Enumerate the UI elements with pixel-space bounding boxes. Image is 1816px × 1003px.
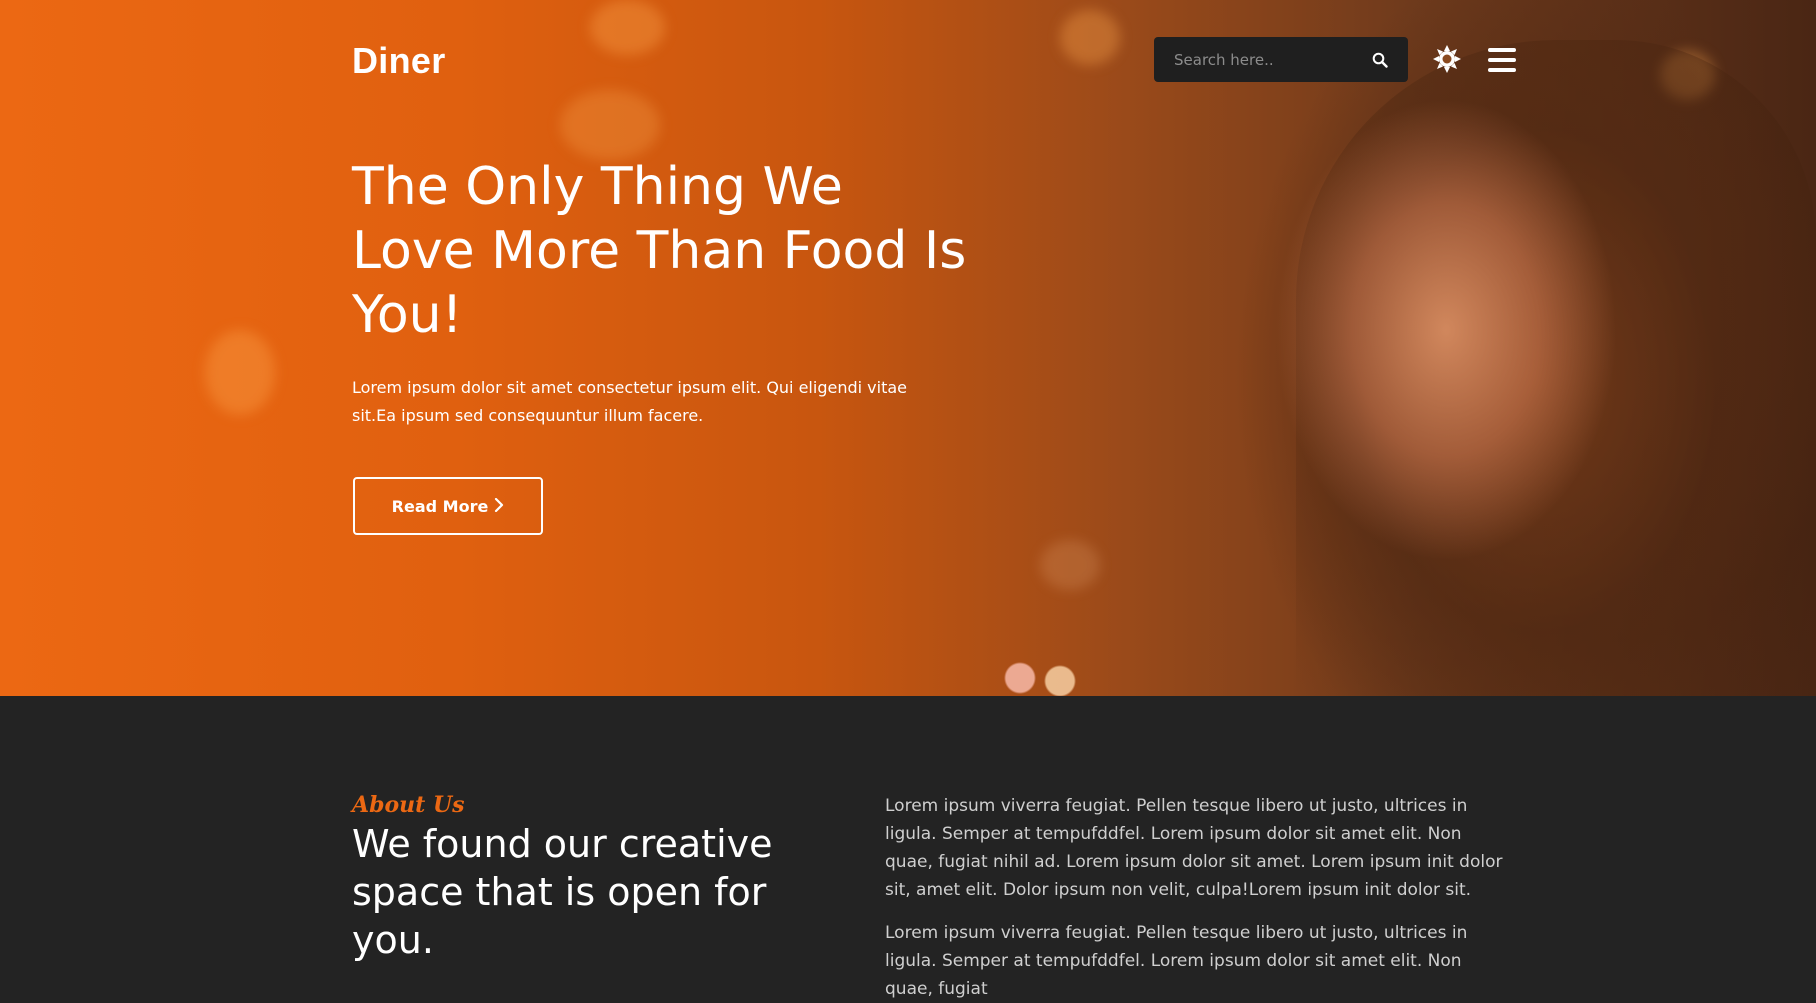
flower-decoration [990,648,1090,696]
search-icon[interactable] [1372,52,1388,68]
hero-title: The Only Thing We Love More Than Food Is… [352,157,967,345]
about-paragraph: Lorem ipsum viverra feugiat. Pellen tesq… [885,796,1503,900]
about-kicker: About Us [352,792,465,818]
search-box[interactable] [1154,37,1408,82]
chevron-right-icon [494,497,504,516]
bokeh-light [590,0,665,55]
hero-description: Lorem ipsum dolor sit amet consectetur i… [352,378,907,425]
bokeh-light [560,90,660,160]
bokeh-light [1060,10,1120,65]
brand-logo[interactable]: Diner [352,40,446,82]
hamburger-menu-icon[interactable] [1488,48,1516,72]
bokeh-light [1040,540,1100,590]
about-text-column: Lorem ipsum viverra feugiat. Pellen tesq… [885,792,1505,1003]
bokeh-light [205,330,275,415]
about-heading: We found our creative space that is open… [352,822,773,962]
woman-portrait [1116,0,1816,696]
hero-section: Diner Search here.. The Only Thing We Lo… [0,0,1816,696]
search-input[interactable] [1174,50,1372,69]
read-more-button[interactable]: Read More [353,477,543,535]
menu-bar [1488,58,1516,62]
sun-icon[interactable] [1432,44,1462,74]
menu-bar [1488,48,1516,52]
about-paragraph: Lorem ipsum viverra feugiat. Pellen tesq… [885,923,1468,999]
menu-bar [1488,68,1516,72]
read-more-label: Read More [391,496,489,516]
